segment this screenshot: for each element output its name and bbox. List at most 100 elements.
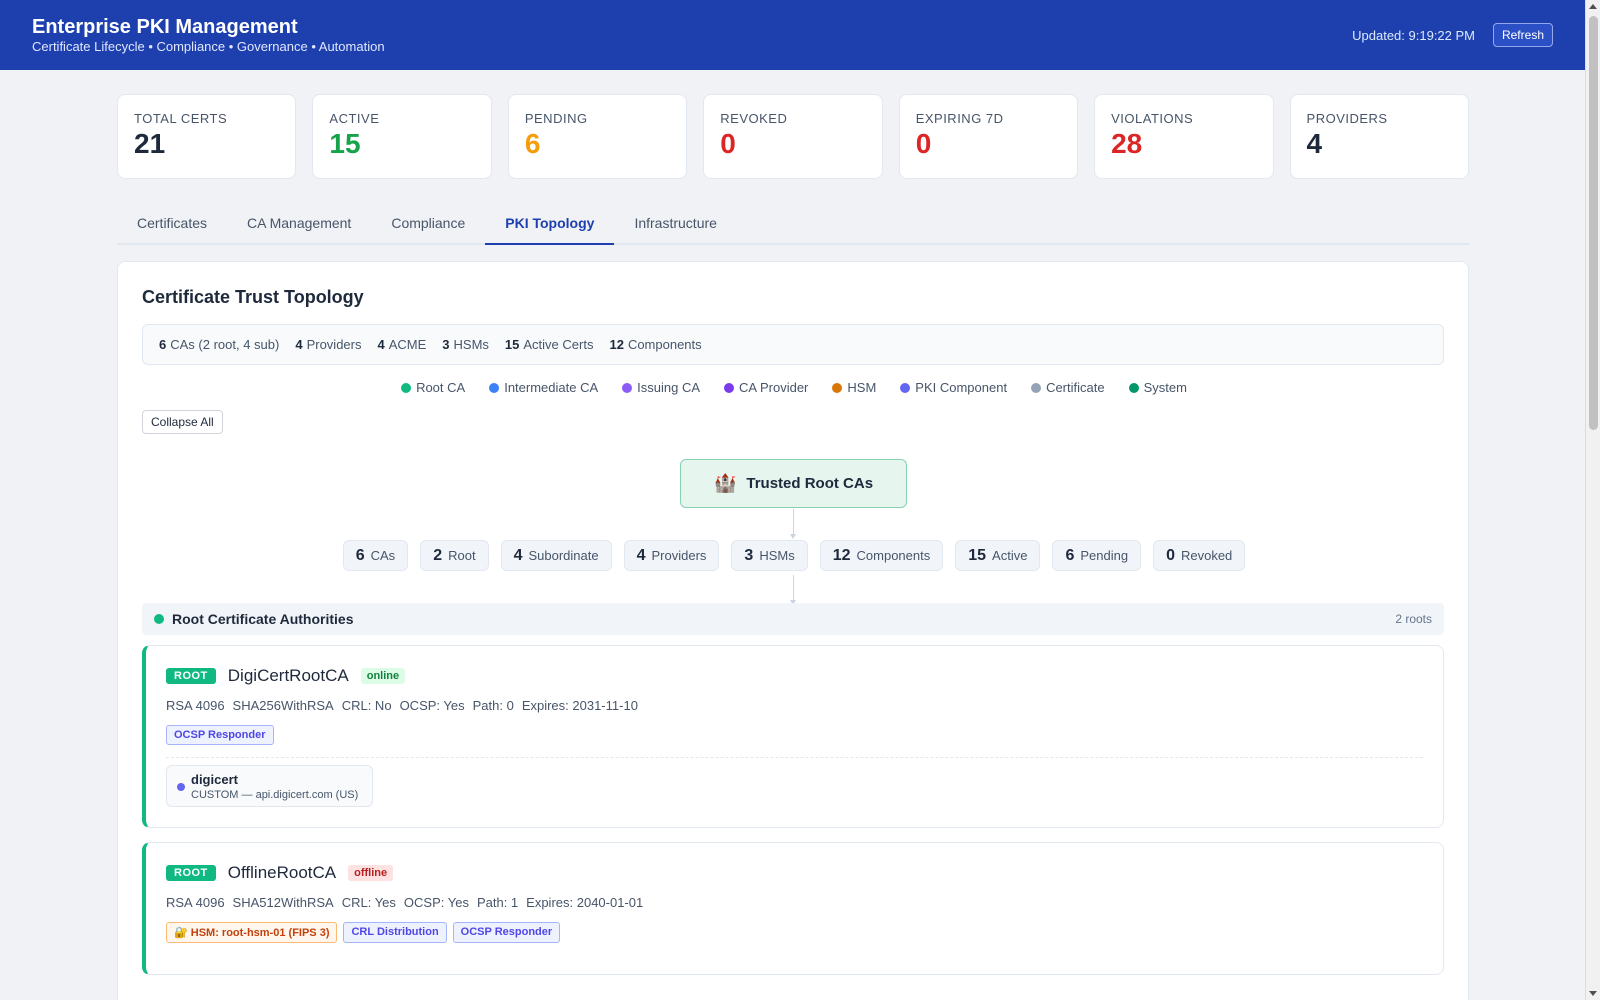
stat-value: 0	[720, 128, 736, 159]
tab-compliance[interactable]: Compliance	[371, 203, 485, 245]
legend-item-pki-component: PKI Component	[900, 380, 1007, 395]
stat-card-violations: VIOLATIONS 28	[1094, 94, 1274, 179]
scrollbar[interactable]	[1585, 0, 1600, 1000]
stat-value: 21	[134, 128, 166, 159]
legend-item-certificate: Certificate	[1031, 380, 1105, 395]
ca-card-header: ROOT DigiCertRootCA online	[166, 666, 406, 686]
castle-icon: 🏰	[713, 473, 737, 493]
trusted-root-node[interactable]: 🏰 Trusted Root CAs	[680, 459, 907, 508]
summary-item-providers: 4 Providers	[295, 337, 362, 352]
ca-algorithm: SHA256WithRSA	[232, 698, 334, 713]
ca-card-offlinerootca[interactable]: ROOT OfflineRootCA offline RSA 4096 SHA5…	[142, 842, 1444, 975]
stat-label: EXPIRING 7D	[915, 111, 1004, 126]
ca-key: RSA 4096	[166, 895, 225, 910]
ca-crl: CRL: No	[341, 698, 392, 713]
refresh-button[interactable]: Refresh	[1492, 23, 1553, 47]
ca-meta: RSA 4096 SHA256WithRSA CRL: No OCSP: Yes…	[166, 698, 638, 713]
provider-desc: CUSTOM — api.digicert.com (US)	[191, 789, 359, 801]
root-node-label: Trusted Root CAs	[746, 475, 874, 492]
last-updated-time: Updated: 9:19:22 PM	[1352, 28, 1475, 43]
panel-title: Certificate Trust Topology	[142, 287, 364, 307]
summary-item-components: 12 Components	[609, 337, 702, 352]
stat-label: PROVIDERS	[1306, 111, 1388, 126]
tab-certificates[interactable]: Certificates	[117, 203, 227, 245]
topology-legend: Root CA Intermediate CA Issuing CA CA Pr…	[118, 380, 1470, 395]
stat-label: PENDING	[524, 111, 588, 126]
ca-path: Path: 0	[472, 698, 514, 713]
legend-dot-icon	[1128, 382, 1139, 393]
provider-dot-icon	[177, 783, 185, 791]
scroll-up-icon[interactable]	[1589, 4, 1597, 9]
summary-item-cas: 6 CAs (2 root, 4 sub)	[159, 337, 280, 352]
provider-name: digicert	[191, 772, 238, 787]
tab-pki-topology[interactable]: PKI Topology	[485, 203, 615, 245]
stat-card-active: ACTIVE 15	[312, 94, 492, 179]
legend-dot-icon	[832, 382, 843, 393]
scroll-down-icon[interactable]	[1589, 991, 1597, 996]
topology-chips: 6 CAs 2 Root 4 Subordinate 4 Providers 3 HSMs…	[118, 540, 1470, 571]
legend-dot-icon	[724, 382, 735, 393]
ca-name: OfflineRootCA	[227, 863, 337, 882]
legend-item-intermediate-ca: Intermediate CA	[489, 380, 598, 395]
app-subtitle: Certificate Lifecycle • Compliance • Gov…	[32, 39, 385, 54]
ca-crl: CRL: Yes	[341, 895, 396, 910]
chip-cas: 6 CAs	[342, 540, 409, 571]
tag-ocsp-responder[interactable]: OCSP Responder	[166, 725, 274, 745]
root-badge: ROOT	[166, 865, 216, 881]
stat-card-pending: PENDING 6	[507, 94, 688, 179]
stat-card-expiring: EXPIRING 7D 0	[898, 94, 1079, 179]
chip-subordinate: 4 Subordinate	[500, 540, 612, 571]
chip-active: 15 Active	[955, 540, 1041, 571]
stat-value: 6	[524, 128, 541, 159]
summary-item-active-certs: 15 Active Certs	[504, 337, 594, 352]
connector-line	[790, 575, 796, 605]
provider-digicert[interactable]: digicert CUSTOM — api.digicert.com (US)	[166, 765, 373, 807]
ca-name: DigiCertRootCA	[227, 666, 349, 685]
stat-value: 4	[1306, 128, 1323, 159]
summary-item-hsms: 3 HSMs	[442, 337, 489, 352]
topology-summary: 6 CAs (2 root, 4 sub) 4 Providers 4 ACME 3H…	[142, 324, 1444, 365]
tag-crl-distribution[interactable]: CRL Distribution	[343, 922, 447, 943]
stats-row: TOTAL CERTS 21 ACTIVE 15 PENDING 6 REVOK…	[117, 94, 1469, 179]
status-badge: offline	[348, 865, 394, 881]
chip-components: 12 Components	[819, 540, 944, 571]
chip-providers: 4 Providers	[623, 540, 720, 571]
connector-line	[790, 509, 796, 539]
summary-item-acme: 4 ACME	[377, 337, 427, 352]
ca-path: Path: 1	[476, 895, 519, 910]
tag-ocsp-responder[interactable]: OCSP Responder	[452, 922, 561, 943]
legend-dot-icon	[401, 382, 412, 393]
stat-label: ACTIVE	[329, 111, 380, 126]
legend-dot-icon	[622, 382, 633, 393]
divider	[166, 757, 1423, 758]
tab-ca-management[interactable]: CA Management	[227, 203, 371, 245]
legend-item-root-ca: Root CA	[401, 380, 465, 395]
legend-item-issuing-ca: Issuing CA	[622, 380, 700, 395]
root-ca-dot-icon	[154, 614, 164, 624]
ca-meta: RSA 4096 SHA512WithRSA CRL: Yes OCSP: Ye…	[166, 895, 643, 910]
stat-label: VIOLATIONS	[1111, 111, 1194, 126]
stat-value: 0	[915, 128, 932, 159]
ca-expires: Expires: 2040-01-01	[526, 895, 644, 910]
section-count: 2 roots	[1395, 612, 1432, 626]
legend-dot-icon	[489, 382, 500, 393]
ca-tags: 🔐 HSM: root-hsm-01 (FIPS 3) CRL Distribu…	[166, 922, 561, 943]
stat-label: REVOKED	[720, 111, 788, 126]
status-badge: online	[360, 668, 406, 684]
collapse-all-button[interactable]: Collapse All	[142, 410, 223, 434]
stat-value: 28	[1111, 128, 1143, 159]
tab-infrastructure[interactable]: Infrastructure	[614, 203, 736, 245]
tab-bar: Certificates CA Management Compliance PK…	[117, 203, 1469, 245]
stat-card-revoked: REVOKED 0	[703, 94, 883, 179]
stat-card-providers: PROVIDERS 4	[1289, 94, 1469, 179]
ca-card-header: ROOT OfflineRootCA offline	[166, 863, 394, 883]
scrollbar-thumb[interactable]	[1589, 16, 1598, 430]
legend-item-system: System	[1128, 380, 1187, 395]
tag-hsm[interactable]: 🔐 HSM: root-hsm-01 (FIPS 3)	[166, 922, 338, 943]
ca-card-digicertrootca[interactable]: ROOT DigiCertRootCA online RSA 4096 SHA2…	[142, 645, 1444, 828]
ca-key: RSA 4096	[166, 698, 225, 713]
ca-ocsp: OCSP: Yes	[403, 895, 469, 910]
ca-expires: Expires: 2031-11-10	[521, 698, 638, 713]
root-ca-section-header[interactable]: Root Certificate Authorities 2 roots	[142, 603, 1444, 635]
ca-algorithm: SHA512WithRSA	[232, 895, 334, 910]
